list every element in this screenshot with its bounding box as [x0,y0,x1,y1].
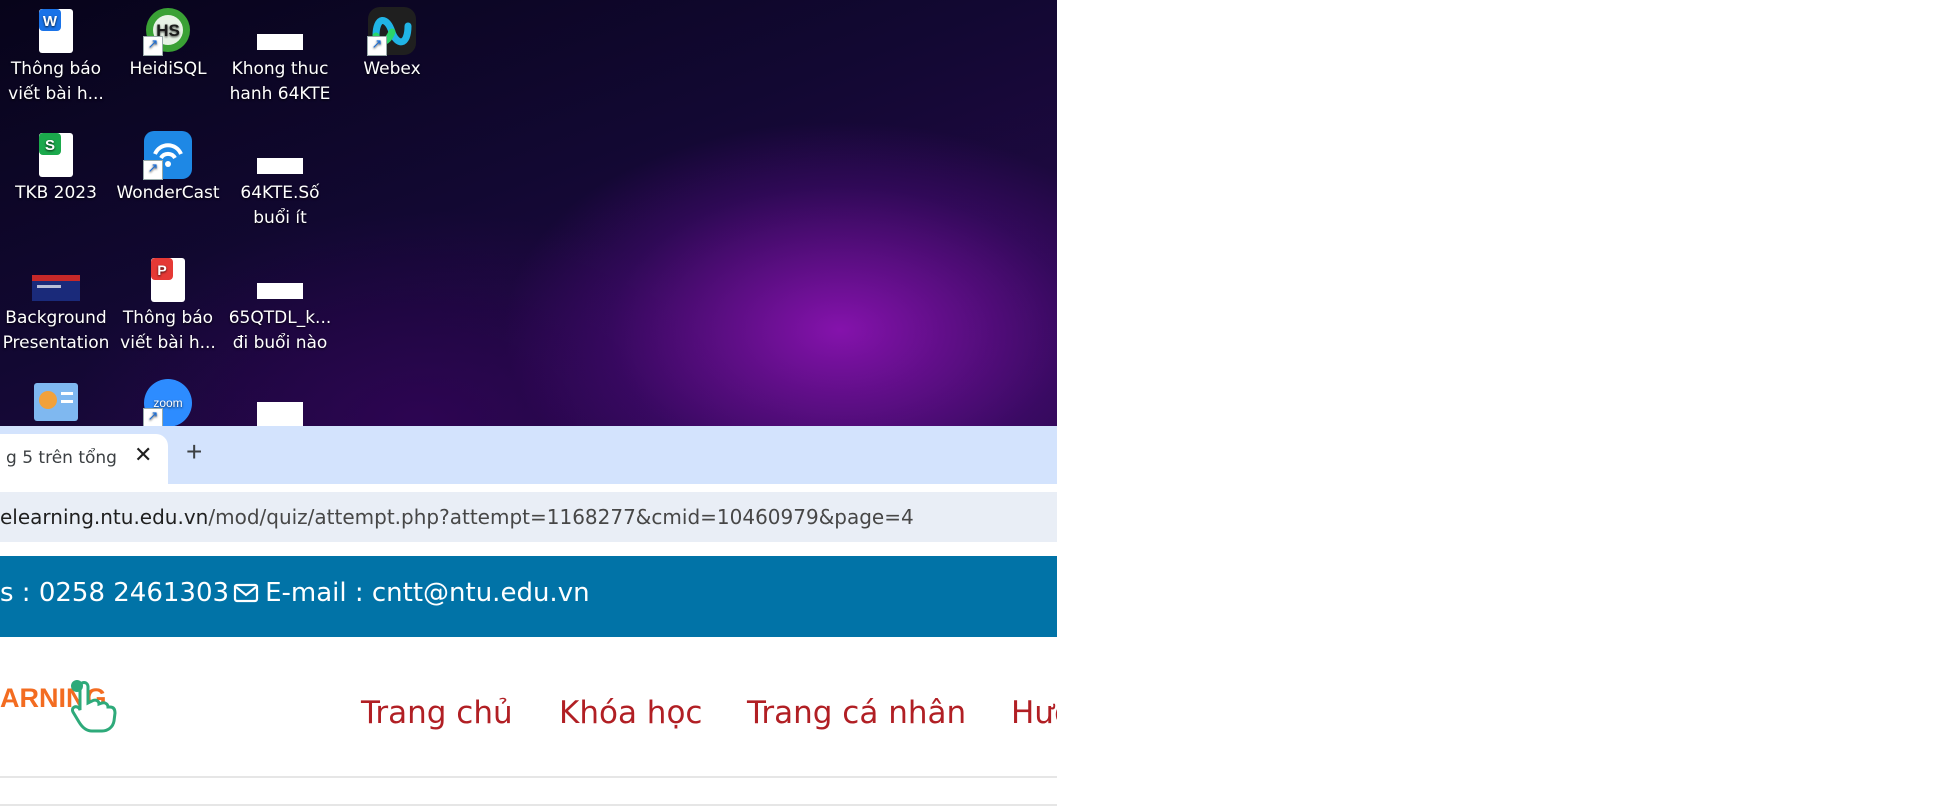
svg-text:W: W [43,13,58,30]
browser-tab-active[interactable]: g 5 trên tổng số ✕ [0,434,168,484]
heidisql-icon: HS ↗ [143,6,193,56]
screen: W Thông báo viết bài h... HS ↗ HeidiSQL … [0,0,1057,810]
desktop-icon-thong-bao-word[interactable]: W Thông báo viết bài h... [0,6,112,107]
shortcut-arrow-icon: ↗ [143,36,163,56]
desktop-icon-thong-bao-pdf[interactable]: P Thông báo viết bài h... [112,255,224,356]
file-icon [255,380,305,430]
tab-title: g 5 trên tổng số [6,448,122,468]
webex-icon: ↗ [367,6,417,56]
close-tab-icon[interactable]: ✕ [134,442,152,468]
browser-window: g 5 trên tổng số ✕ + elearning.ntu.edu.v… [0,426,1057,810]
wps-spreadsheet-icon: S [31,130,81,180]
desktop-icon-label: Thông báo viết bài h... [8,59,104,104]
contact-info: s : 0258 2461303 E-mail : cntt@ntu.edu.vn [0,578,590,611]
desktop-icon-wondercast[interactable]: ↗ WonderCast [112,130,224,206]
site-header: ARNING Trang chủ Khóa học Trang cá nhân … [0,637,1057,777]
nav-profile[interactable]: Trang cá nhân [747,695,966,731]
desktop-icon-label: Thông báo viết bài h... [120,308,216,353]
pdf-document-icon: P [143,255,193,305]
url-text: elearning.ntu.edu.vn/mod/quiz/attempt.ph… [0,505,914,529]
shortcut-arrow-icon: ↗ [143,160,163,180]
desktop-icon-65qtdl[interactable]: 65QTDL_k... đi buổi nào [224,255,336,356]
browser-toolbar: elearning.ntu.edu.vn/mod/quiz/attempt.ph… [0,484,1057,554]
desktop-icon-label: HeidiSQL [129,59,207,79]
desktop: W Thông báo viết bài h... HS ↗ HeidiSQL … [0,0,1057,429]
desktop-icon-file[interactable] [224,380,336,431]
desktop-icon-label: Background Presentation [2,308,110,353]
presentation-thumbnail-icon [31,255,81,305]
nav-home[interactable]: Trang chủ [361,695,513,731]
wondercast-icon: ↗ [143,130,193,180]
svg-text:P: P [157,262,166,278]
desktop-icon-tkb-2023[interactable]: S TKB 2023 [0,130,112,206]
desktop-icon-label: WonderCast [116,183,220,203]
nav-courses[interactable]: Khóa học [559,695,702,731]
spreadsheet-file-icon [255,255,305,305]
spreadsheet-file-icon [255,130,305,180]
header-divider [0,776,1057,778]
desktop-icon-background-presentation[interactable]: Background Presentation [0,255,112,356]
pointing-hand-icon [71,680,117,733]
shortcut-arrow-icon: ↗ [143,408,163,428]
content-divider [0,804,1057,806]
email-link[interactable]: E-mail : cntt@ntu.edu.vn [265,578,590,608]
nav-guide[interactable]: Hướ [1011,695,1057,731]
desktop-icon-chart-app[interactable] [0,380,112,431]
url-path: /mod/quiz/attempt.php?attempt=1168277&cm… [208,505,914,529]
phone-text: s : 0258 2461303 [0,578,230,608]
url-host: elearning.ntu.edu.vn [0,505,209,529]
desktop-icon-heidisql[interactable]: HS ↗ HeidiSQL [112,6,224,82]
desktop-icon-khong-thuc-hanh[interactable]: Khong thuc hanh 64KTE [224,6,336,107]
envelope-icon [233,581,259,611]
desktop-icon-zoom[interactable]: zoom ↗ [112,378,224,429]
desktop-icon-label: TKB 2023 [15,183,97,203]
desktop-icon-64kte[interactable]: 64KTE.Số buổi ít [224,130,336,231]
spreadsheet-file-icon [255,6,305,56]
chart-app-icon [31,380,81,430]
zoom-icon: zoom ↗ [143,378,193,428]
site-contact-bar: s : 0258 2461303 E-mail : cntt@ntu.edu.vn [0,556,1057,637]
svg-text:S: S [45,137,55,154]
desktop-icon-label: Webex [363,59,421,79]
address-bar[interactable]: elearning.ntu.edu.vn/mod/quiz/attempt.ph… [0,492,1057,542]
desktop-icon-label: Khong thuc hanh 64KTE [229,59,331,104]
tab-strip: g 5 trên tổng số ✕ + [0,426,1057,484]
word-document-icon: W [31,6,81,56]
shortcut-arrow-icon: ↗ [367,36,387,56]
desktop-icon-label: 65QTDL_k... đi buổi nào [228,308,332,353]
new-tab-button[interactable]: + [186,436,202,468]
desktop-icon-webex[interactable]: ↗ Webex [336,6,448,82]
site-logo[interactable]: ARNING [0,677,130,747]
desktop-icon-label: 64KTE.Số buổi ít [240,183,320,228]
